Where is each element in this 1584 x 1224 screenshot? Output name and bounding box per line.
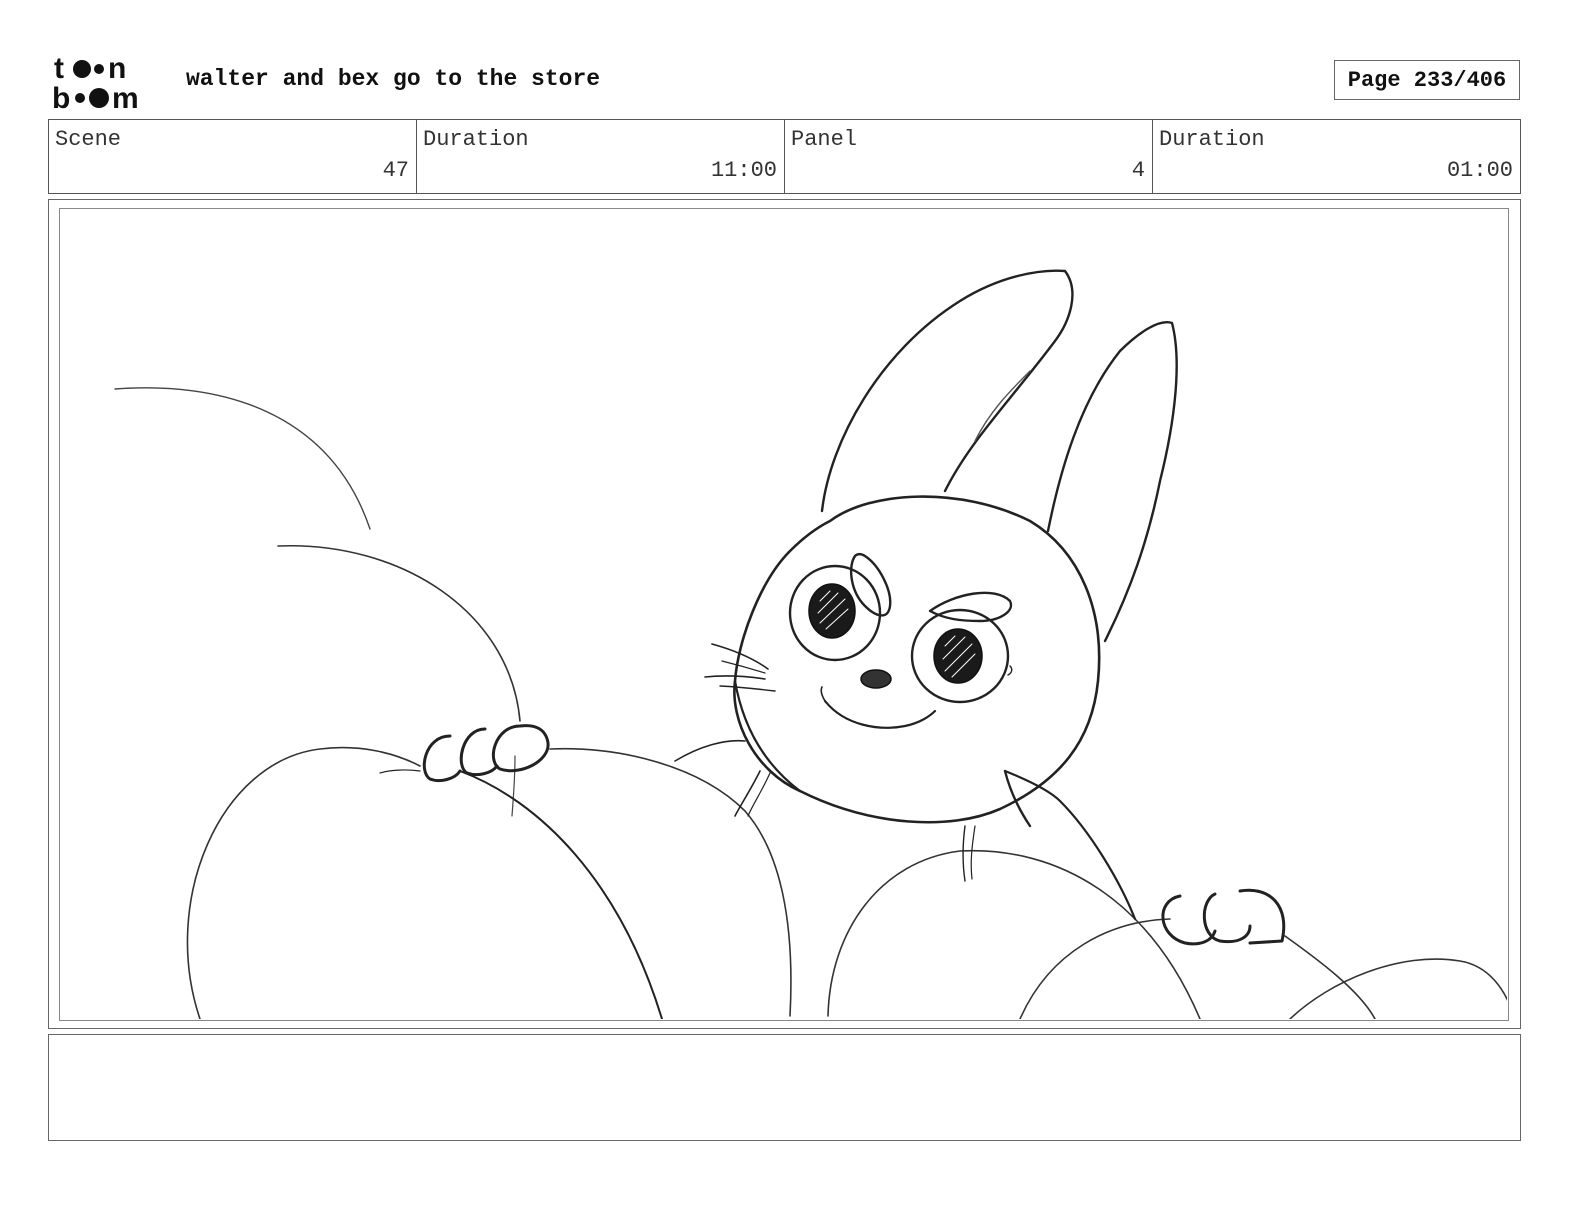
scene-duration-value: 11:00: [710, 158, 777, 183]
panel-cell: Panel 4: [785, 120, 1153, 193]
scene-info-table: Scene 47 Duration 11:00 Panel 4 Duration…: [48, 119, 1521, 194]
scene-duration-cell: Duration 11:00: [417, 120, 785, 193]
svg-text:m: m: [112, 82, 139, 112]
notes-box: [48, 1034, 1521, 1141]
toonboom-logo: t n b m: [52, 52, 164, 115]
scene-value: 47: [382, 158, 409, 183]
storyboard-title: walter and bex go to the store: [186, 66, 601, 92]
svg-text:b: b: [52, 82, 70, 112]
panel-drawing-area: [59, 208, 1509, 1021]
page-indicator: Page 233/406: [1334, 60, 1520, 100]
panel-duration-label: Duration: [1159, 127, 1265, 152]
scene-duration-label: Duration: [423, 127, 529, 152]
rabbit-sketch-drawing: [114, 269, 1507, 1019]
scene-label: Scene: [55, 127, 122, 152]
panel-duration-value: 01:00: [1446, 158, 1513, 183]
svg-text:n: n: [108, 52, 126, 85]
panel-label: Panel: [791, 127, 858, 152]
svg-text:t: t: [54, 52, 64, 85]
panel-frame: [48, 199, 1521, 1029]
scene-cell: Scene 47: [49, 120, 417, 193]
panel-value: 4: [1131, 158, 1145, 183]
panel-duration-cell: Duration 01:00: [1153, 120, 1520, 193]
